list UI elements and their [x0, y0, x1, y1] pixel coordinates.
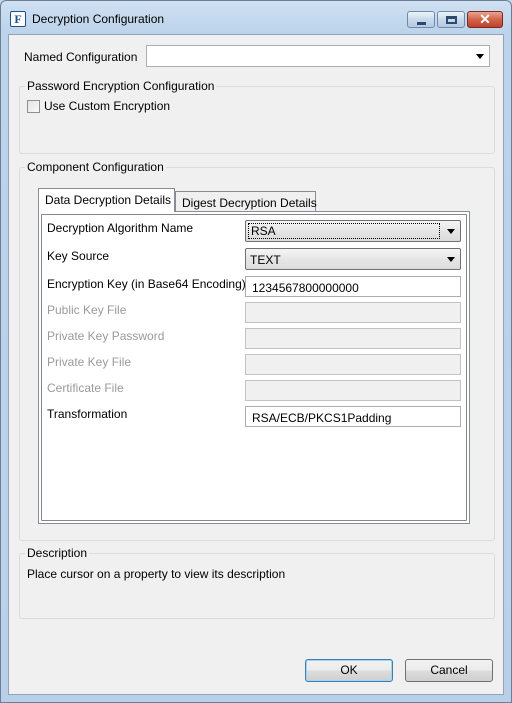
- description-group: [19, 553, 495, 619]
- encryption-key-input[interactable]: 1234567800000000: [245, 276, 461, 297]
- named-configuration-select[interactable]: [146, 45, 490, 67]
- private-key-password-label: Private Key Password: [47, 329, 165, 343]
- description-group-title: Description: [25, 546, 90, 560]
- transformation-input[interactable]: RSA/ECB/PKCS1Padding: [245, 406, 461, 427]
- password-encryption-group-title: Password Encryption Configuration: [25, 79, 217, 93]
- use-custom-encryption-checkbox[interactable]: [27, 100, 40, 113]
- encryption-key-value: 1234567800000000: [252, 281, 359, 295]
- use-custom-encryption-label[interactable]: Use Custom Encryption: [44, 99, 170, 113]
- algorithm-label: Decryption Algorithm Name: [47, 221, 194, 235]
- private-key-file-label: Private Key File: [47, 355, 132, 369]
- tab-label: Data Decryption Details: [45, 193, 172, 207]
- close-button[interactable]: ✕: [467, 11, 503, 28]
- cancel-button[interactable]: Cancel: [405, 659, 493, 682]
- algorithm-select[interactable]: RSA: [245, 220, 461, 242]
- certificate-file-label: Certificate File: [47, 381, 124, 395]
- maximize-icon: [446, 16, 457, 24]
- named-configuration-label: Named Configuration: [24, 50, 138, 64]
- close-icon: ✕: [479, 11, 491, 27]
- chevron-down-icon: [447, 257, 455, 262]
- key-source-label: Key Source: [47, 249, 110, 263]
- component-configuration-group-title: Component Configuration: [25, 160, 166, 174]
- tab-label: Digest Decryption Details: [182, 196, 317, 210]
- transformation-value: RSA/ECB/PKCS1Padding: [252, 411, 392, 425]
- certificate-file-input[interactable]: [245, 380, 461, 401]
- chevron-down-icon: [476, 54, 484, 59]
- key-source-select[interactable]: TEXT: [245, 248, 461, 270]
- algorithm-value: RSA: [248, 223, 440, 239]
- maximize-button[interactable]: [437, 11, 465, 28]
- public-key-file-input[interactable]: [245, 302, 461, 323]
- encryption-key-label: Encryption Key (in Base64 Encoding): [47, 277, 246, 291]
- ok-button[interactable]: OK: [305, 659, 393, 682]
- title-bar[interactable]: F Decryption Configuration ✕: [1, 1, 511, 35]
- dialog-body: Named Configuration Password Encryption …: [8, 34, 504, 695]
- description-text: Place cursor on a property to view its d…: [27, 567, 286, 581]
- private-key-password-input[interactable]: [245, 328, 461, 349]
- app-icon: F: [10, 11, 26, 27]
- chevron-down-icon: [447, 229, 455, 234]
- private-key-file-input[interactable]: [245, 354, 461, 375]
- public-key-file-label: Public Key File: [47, 303, 127, 317]
- minimize-icon: [417, 22, 426, 25]
- password-encryption-group: [19, 86, 495, 154]
- window-title: Decryption Configuration: [32, 12, 165, 26]
- tab-digest-decryption-details[interactable]: Digest Decryption Details: [175, 191, 317, 213]
- minimize-button[interactable]: [407, 11, 435, 28]
- transformation-label: Transformation: [47, 407, 128, 421]
- tab-data-decryption-details[interactable]: Data Decryption Details: [38, 188, 175, 212]
- key-source-value: TEXT: [250, 253, 281, 267]
